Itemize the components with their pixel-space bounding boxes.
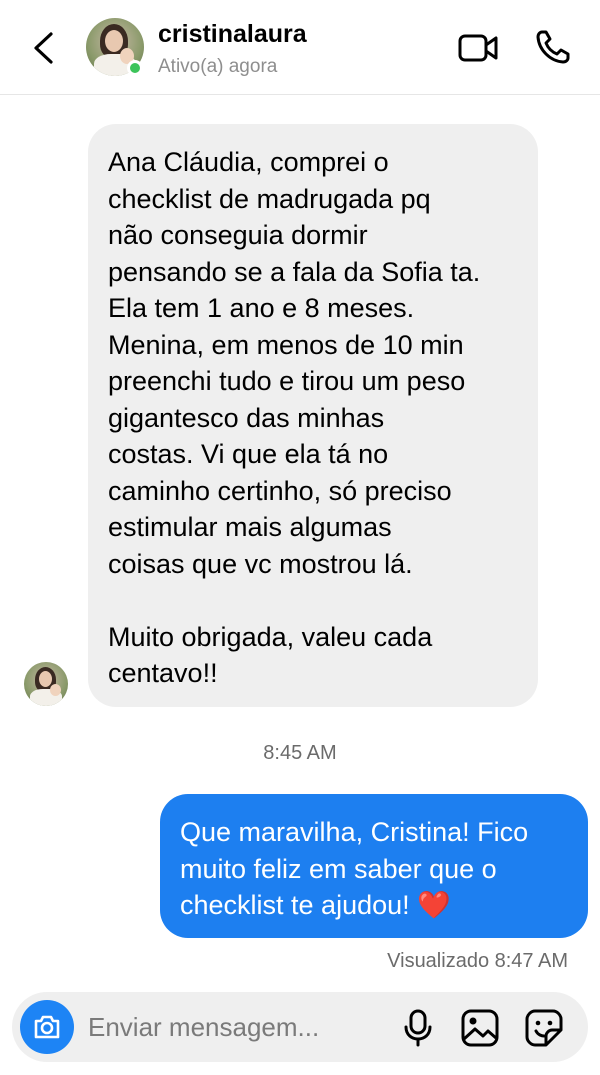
heart-emoji: ❤️: [417, 890, 451, 920]
gallery-icon: [461, 1009, 499, 1047]
camera-icon: [34, 1015, 60, 1039]
microphone-icon: [404, 1009, 432, 1047]
chat-username[interactable]: cristinalaura: [158, 20, 307, 49]
back-button[interactable]: [24, 26, 64, 70]
message-input[interactable]: [88, 1006, 378, 1048]
outgoing-message-text: Que maravilha, Cristina! Fico muito feli…: [180, 817, 529, 920]
active-status: Ativo(a) agora: [158, 56, 278, 77]
camera-button[interactable]: [20, 1000, 74, 1054]
sticker-icon: [525, 1009, 563, 1047]
message-timestamp: 8:45 AM: [263, 742, 337, 764]
incoming-message-bubble[interactable]: Ana Cláudia, comprei o checklist de madr…: [88, 124, 538, 707]
sticker-button[interactable]: [524, 1008, 564, 1048]
voice-call-button[interactable]: [532, 28, 576, 68]
gallery-button[interactable]: [460, 1008, 500, 1048]
voice-message-button[interactable]: [398, 1008, 438, 1048]
back-arrow-icon: [34, 32, 53, 64]
video-camera-icon: [458, 34, 498, 62]
sender-avatar[interactable]: [24, 662, 68, 706]
message-composer: [12, 992, 588, 1062]
seen-status: Visualizado 8:47 AM: [387, 950, 568, 972]
outgoing-message-bubble[interactable]: Que maravilha, Cristina! Fico muito feli…: [160, 794, 588, 938]
online-status-dot: [127, 60, 143, 76]
phone-icon: [536, 30, 570, 64]
chat-header: cristinalaura Ativo(a) agora: [0, 0, 600, 95]
video-call-button[interactable]: [456, 28, 500, 68]
